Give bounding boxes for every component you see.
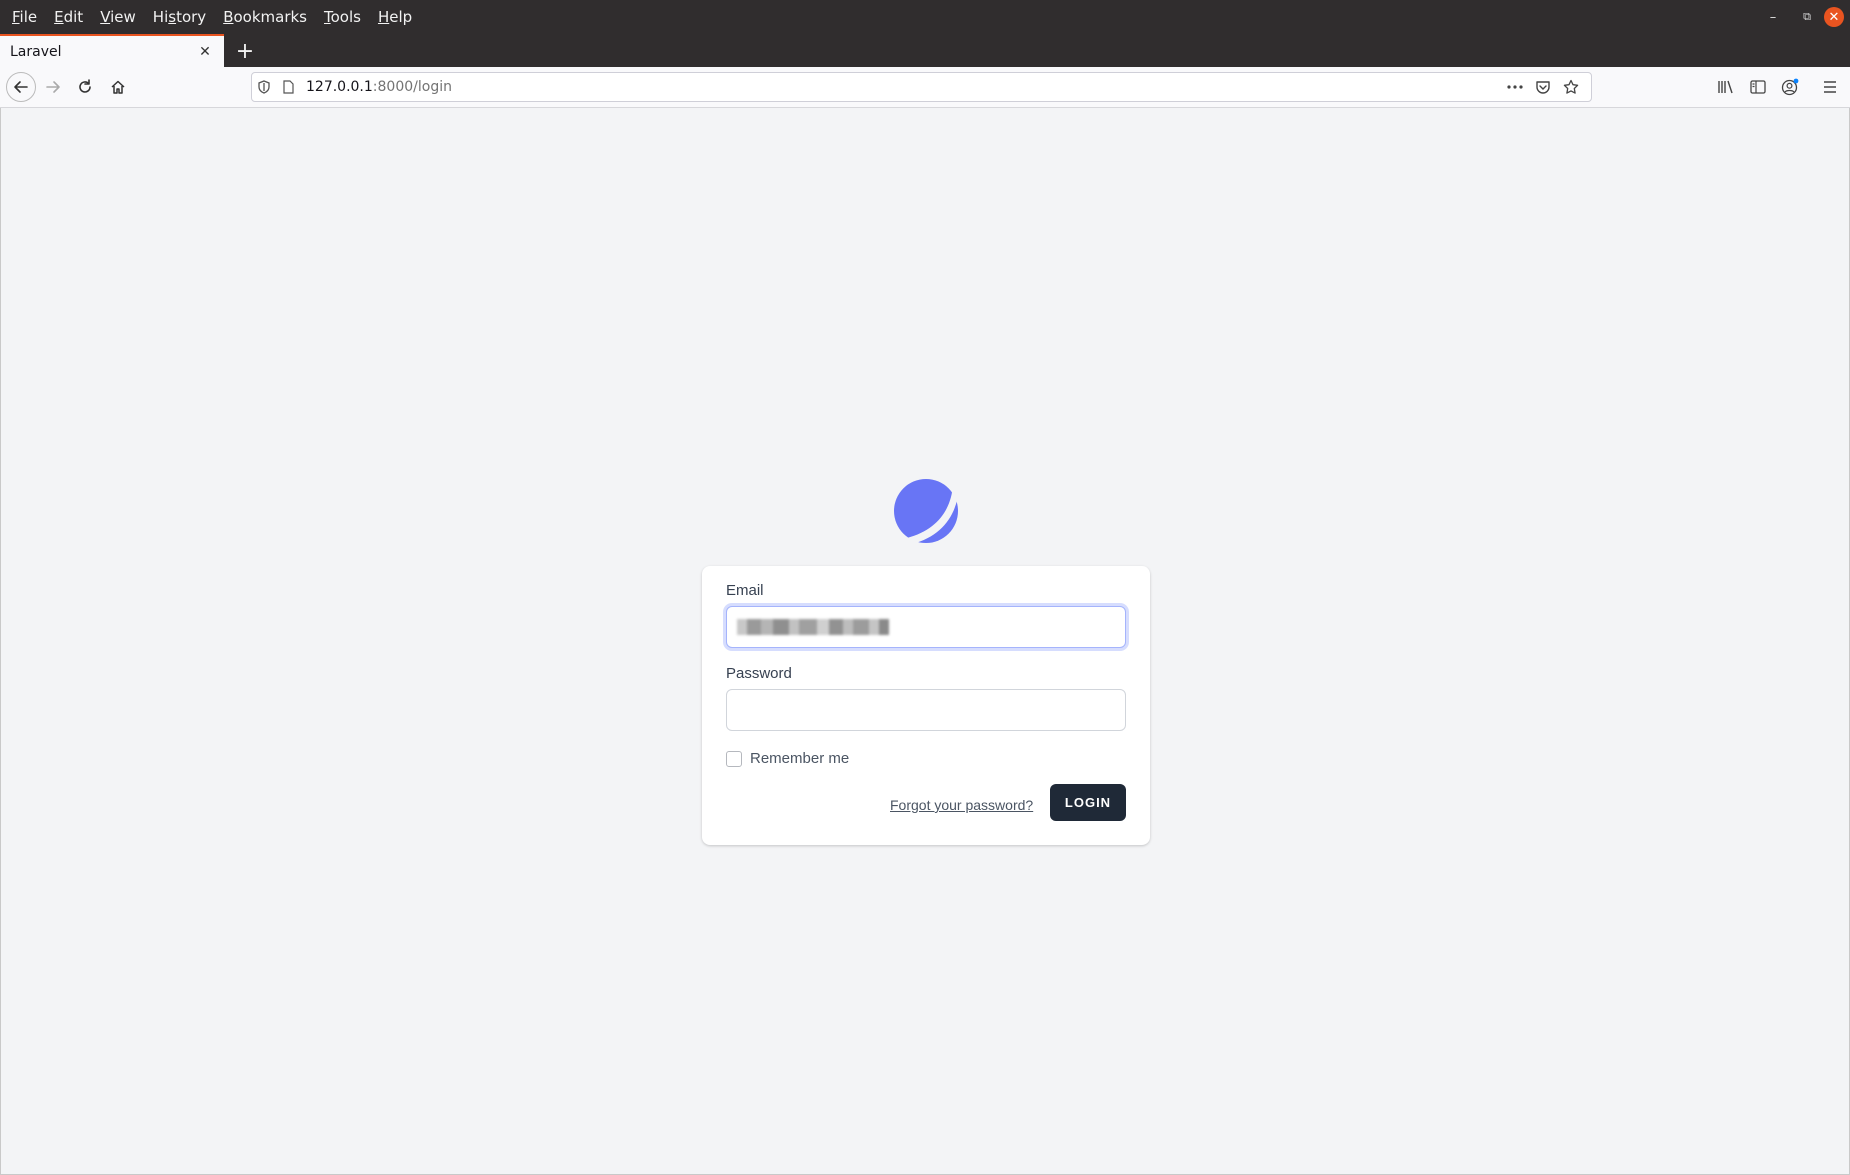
remember-checkbox[interactable] (726, 750, 742, 767)
menu-tools[interactable]: Tools (318, 0, 372, 34)
close-icon: ✕ (1828, 9, 1840, 25)
minimize-button[interactable]: – (1756, 0, 1790, 34)
password-field[interactable] (726, 689, 1126, 731)
remember-label: Remember me (750, 750, 850, 767)
tab-close-button[interactable]: ✕ (196, 43, 214, 61)
url-host: 127.0.0.1 (306, 79, 373, 95)
account-icon (1781, 78, 1799, 96)
arrow-right-icon (46, 81, 60, 93)
url-text[interactable]: 127.0.0.1:8000/login (306, 79, 1501, 95)
menu-view[interactable]: View (94, 0, 147, 34)
page-content: Email Password Remember me Forgot your p… (0, 108, 1850, 1175)
url-actions (1501, 75, 1585, 99)
page-icon[interactable] (276, 75, 300, 99)
plus-icon: + (235, 38, 255, 64)
close-window-button[interactable]: ✕ (1824, 7, 1844, 27)
forward-button[interactable] (38, 72, 68, 102)
application-logo-icon[interactable] (893, 478, 959, 544)
tab-laravel[interactable]: Laravel ✕ (0, 34, 224, 67)
bookmark-star-button[interactable] (1557, 75, 1585, 99)
email-value-redacted (737, 619, 889, 635)
navigation-bar: 127.0.0.1:8000/login (0, 67, 1850, 108)
window-controls: – ⧉ ✕ (1756, 0, 1850, 34)
app-menu-button[interactable] (1814, 72, 1846, 102)
menu-list: File Edit View History Bookmarks Tools H… (0, 0, 423, 34)
forgot-password-link[interactable]: Forgot your password? (890, 797, 1033, 813)
tab-bar: Laravel ✕ + (0, 34, 1850, 67)
more-icon (1507, 85, 1523, 89)
password-label: Password (726, 665, 792, 682)
star-icon (1563, 79, 1579, 94)
login-card: Email Password Remember me Forgot your p… (702, 566, 1150, 845)
shield-icon[interactable] (252, 75, 276, 99)
toolbar-right (1710, 72, 1850, 102)
url-bar[interactable]: 127.0.0.1:8000/login (251, 72, 1592, 102)
restore-icon: ⧉ (1803, 10, 1811, 23)
minimize-icon: – (1769, 9, 1777, 25)
email-field[interactable] (726, 606, 1126, 648)
sidebar-button[interactable] (1742, 72, 1774, 102)
menu-help[interactable]: Help (372, 0, 423, 34)
email-label: Email (726, 582, 764, 599)
home-icon (111, 80, 125, 94)
reload-button[interactable] (70, 72, 100, 102)
menu-bookmarks[interactable]: Bookmarks (217, 0, 318, 34)
close-icon: ✕ (199, 43, 211, 60)
reload-icon (79, 79, 91, 93)
pocket-button[interactable] (1529, 75, 1557, 99)
restore-button[interactable]: ⧉ (1790, 0, 1824, 34)
menu-history[interactable]: History (147, 0, 217, 34)
hamburger-icon (1824, 81, 1836, 93)
new-tab-button[interactable]: + (232, 38, 258, 64)
menu-file[interactable]: File (6, 0, 48, 34)
menu-bar: File Edit View History Bookmarks Tools H… (0, 0, 1850, 34)
home-button[interactable] (103, 72, 133, 102)
back-button[interactable] (6, 72, 36, 102)
login-button[interactable]: LOGIN (1050, 784, 1126, 821)
account-button[interactable] (1774, 72, 1806, 102)
library-icon (1718, 80, 1733, 94)
tab-title: Laravel (10, 43, 62, 60)
sidebar-icon (1750, 80, 1766, 94)
remember-me[interactable]: Remember me (726, 750, 849, 767)
library-button[interactable] (1710, 72, 1742, 102)
arrow-left-icon (14, 81, 28, 93)
page-actions-button[interactable] (1501, 75, 1529, 99)
menu-edit[interactable]: Edit (48, 0, 94, 34)
pocket-icon (1536, 80, 1550, 94)
url-path: :8000/login (372, 79, 452, 95)
